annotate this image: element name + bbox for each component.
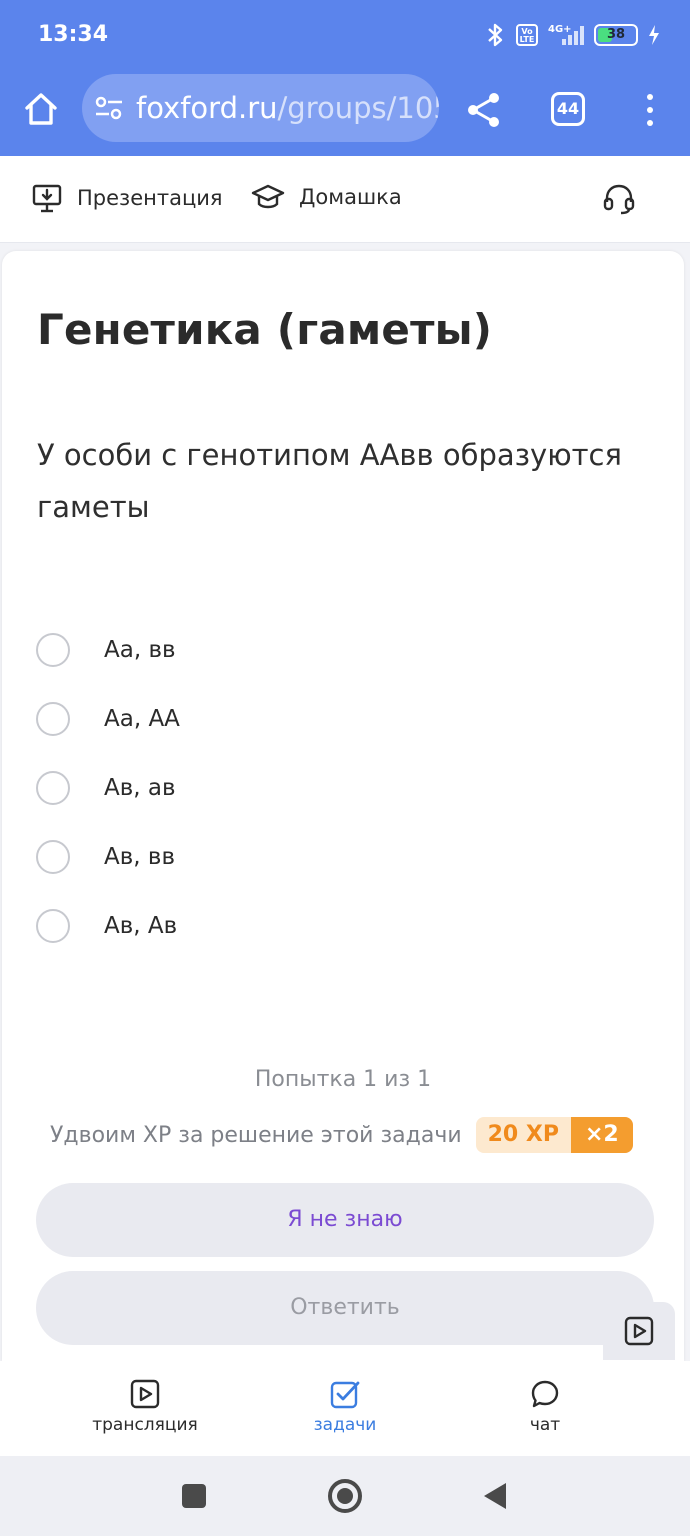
system-home-button[interactable] [328, 1479, 362, 1513]
dont-know-button[interactable]: Я не знаю [36, 1183, 654, 1257]
signal-icon: 4G+ [548, 22, 584, 48]
answer-option[interactable]: Ав, Ав [36, 891, 636, 960]
battery-percent: 38 [606, 27, 626, 42]
menu-dot [647, 120, 653, 126]
radio-button[interactable] [36, 701, 70, 736]
graduation-cap-icon [251, 184, 285, 209]
radio-button[interactable] [36, 632, 70, 667]
xp-value: 20 XP [475, 1117, 571, 1153]
tab-chat-label: чат [529, 1415, 561, 1435]
presentation-link[interactable]: Презентация [31, 182, 223, 214]
url-host: foxford.ru [136, 91, 278, 125]
homework-label: Домашка [299, 185, 402, 209]
play-icon [130, 1379, 160, 1409]
site-settings-icon[interactable] [94, 94, 124, 122]
headset-icon [603, 184, 635, 215]
status-time: 13:34 [38, 22, 109, 47]
option-label[interactable]: Аа, АА [104, 706, 180, 732]
tab-chat[interactable]: чат [475, 1379, 615, 1435]
site-header: Презентация Домашка [0, 156, 690, 243]
charging-icon [648, 24, 660, 46]
browser-chrome: 13:34 Vo LTE 4G+ 38 foxford.ru/groups/10… [0, 0, 690, 156]
radio-button[interactable] [36, 839, 70, 874]
menu-dot [647, 94, 653, 100]
chat-bubble-icon [531, 1380, 559, 1408]
answer-options: Аа, вв Аа, АА Ав, ав Ав, вв Ав, Ав [36, 615, 636, 960]
xp-multiplier: ×2 [571, 1117, 633, 1153]
checkbox-icon [330, 1381, 360, 1409]
url-bar[interactable]: foxford.ru/groups/105 [82, 74, 439, 142]
answer-button[interactable]: Ответить [36, 1271, 654, 1345]
question-text: У особи с генотипом ААвв образуются гаме… [37, 438, 622, 524]
task-card: Генетика (гаметы) У особи с генотипом АА… [2, 251, 684, 1361]
app-screen: 13:34 Vo LTE 4G+ 38 foxford.ru/groups/10… [0, 0, 690, 1536]
network-type-label: 4G+ [548, 24, 572, 35]
volte-icon: Vo LTE [516, 24, 538, 46]
radio-button[interactable] [36, 908, 70, 943]
attempt-counter: Попытка 1 из 1 [254, 1067, 432, 1092]
tab-tasks-label: задачи [313, 1415, 377, 1435]
browser-toolbar: foxford.ru/groups/105 44 [0, 72, 690, 156]
download-presentation-icon [32, 184, 62, 213]
answer-option[interactable]: Аа, АА [36, 684, 636, 753]
tab-tasks[interactable]: задачи [275, 1379, 415, 1435]
tab-stream-label: трансляция [92, 1415, 198, 1435]
system-nav-bar [0, 1456, 690, 1536]
xp-bonus-text: Удвоим XP за решение этой задачи [50, 1122, 462, 1148]
more-menu-button[interactable] [638, 88, 662, 132]
presentation-label: Презентация [77, 186, 223, 210]
bottom-tab-bar: трансляция задачи чат [0, 1361, 690, 1456]
answer-option[interactable]: Ав, ав [36, 753, 636, 822]
option-label[interactable]: Ав, вв [104, 844, 175, 870]
menu-dot [647, 107, 653, 113]
url-path: /groups/105 [277, 91, 439, 125]
radio-button[interactable] [36, 770, 70, 805]
xp-bonus: Удвоим XP за решение этой задачи 20 XP ×… [50, 1117, 633, 1153]
bluetooth-icon [486, 22, 506, 48]
task-title: Генетика (гаметы) [37, 305, 493, 354]
option-label[interactable]: Ав, Ав [104, 913, 177, 939]
support-button[interactable] [602, 182, 636, 216]
home-icon [25, 93, 57, 125]
xp-badge: 20 XP ×2 [475, 1117, 633, 1153]
video-player-toggle[interactable] [603, 1302, 675, 1360]
home-button[interactable] [20, 88, 62, 130]
battery-icon: 38 [594, 24, 638, 46]
recents-button[interactable] [182, 1484, 206, 1508]
play-icon [624, 1316, 654, 1346]
status-icons: Vo LTE 4G+ 38 [486, 20, 660, 50]
tab-stream[interactable]: трансляция [75, 1379, 215, 1435]
share-button[interactable] [462, 88, 506, 132]
share-icon [468, 93, 499, 127]
option-label[interactable]: Ав, ав [104, 775, 176, 801]
url-text[interactable]: foxford.ru/groups/105 [136, 91, 439, 125]
tabs-button[interactable]: 44 [551, 92, 585, 126]
answer-option[interactable]: Аа, вв [36, 615, 636, 684]
status-bar: 13:34 Vo LTE 4G+ 38 [0, 0, 690, 72]
homework-link[interactable]: Домашка [251, 182, 402, 212]
option-label[interactable]: Аа, вв [104, 637, 176, 663]
back-button[interactable] [484, 1483, 506, 1509]
answer-option[interactable]: Ав, вв [36, 822, 636, 891]
